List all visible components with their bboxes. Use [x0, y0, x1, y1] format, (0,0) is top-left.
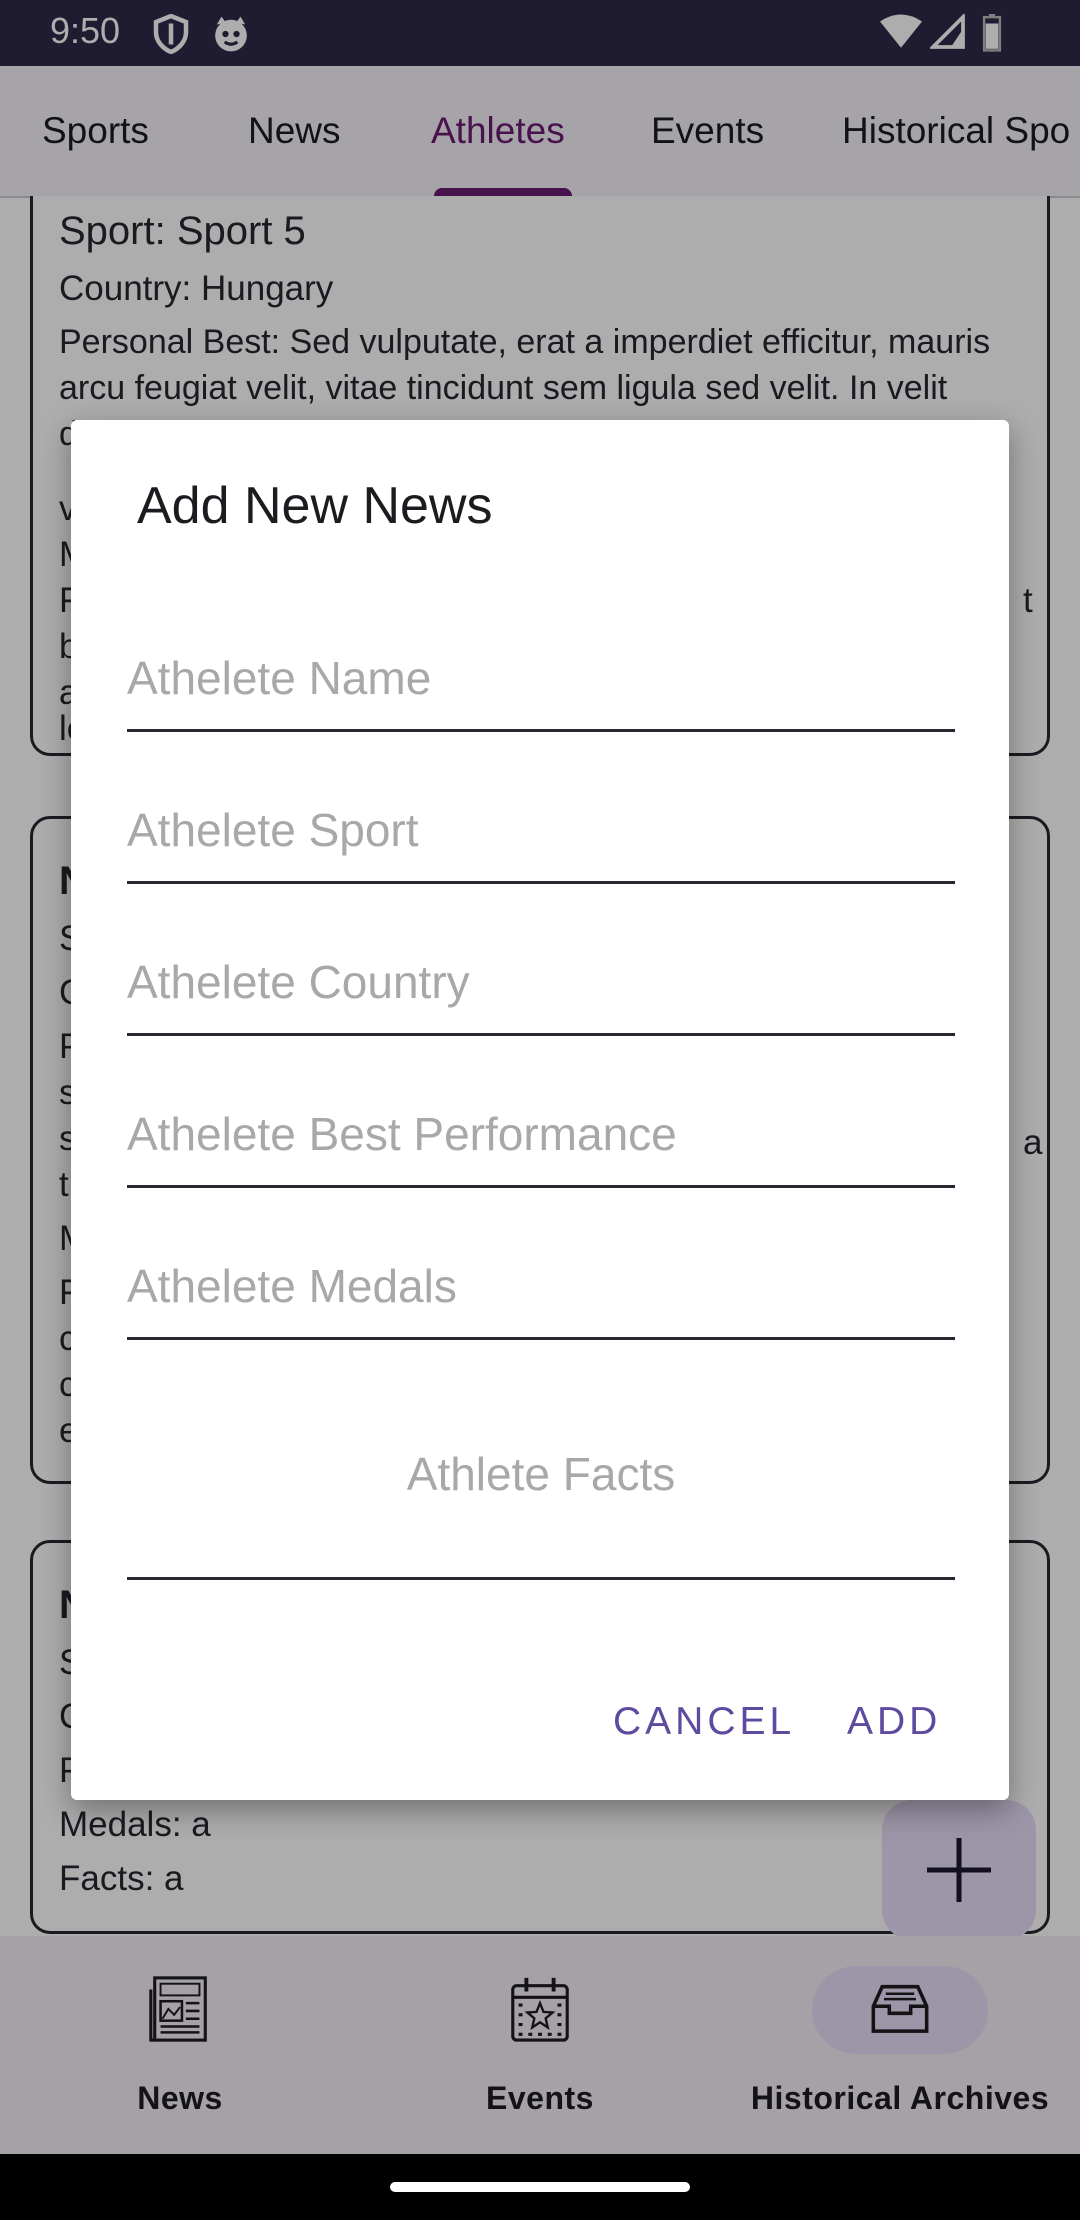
- home-gesture-handle[interactable]: [390, 2182, 690, 2192]
- add-button[interactable]: ADD: [847, 1700, 941, 1744]
- athlete-medals-input[interactable]: [127, 1244, 955, 1340]
- athlete-name-input[interactable]: [127, 636, 955, 732]
- add-news-dialog: Add New News CANCEL ADD: [71, 420, 1009, 1800]
- dialog-title: Add New News: [137, 477, 493, 535]
- athlete-country-input[interactable]: [127, 940, 955, 1036]
- athlete-best-performance-input[interactable]: [127, 1092, 955, 1188]
- athlete-sport-input[interactable]: [127, 788, 955, 884]
- cancel-button[interactable]: CANCEL: [613, 1700, 795, 1744]
- athlete-facts-input[interactable]: [127, 1420, 955, 1580]
